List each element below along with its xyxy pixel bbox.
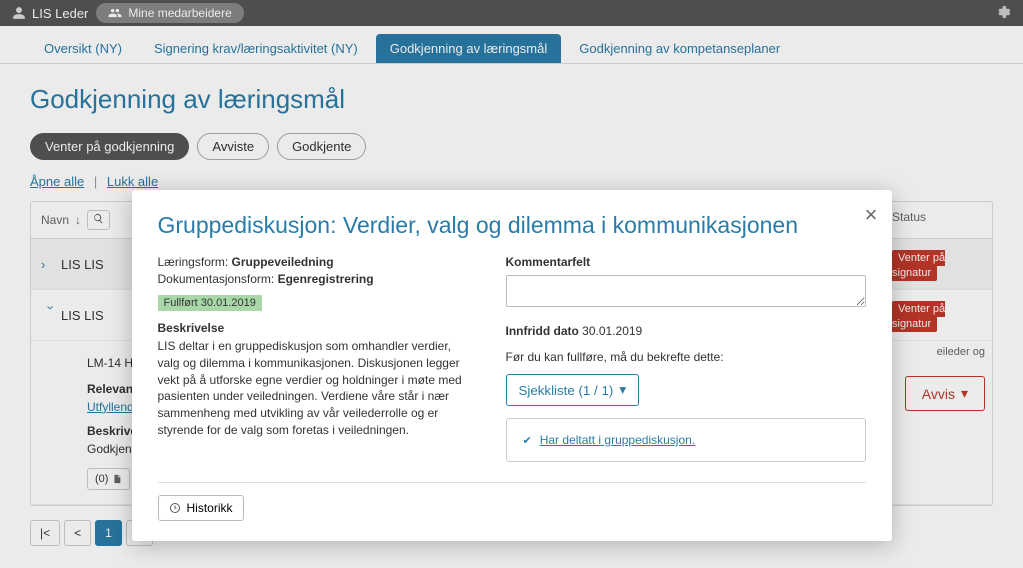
checklist: ✔ Har deltatt i gruppediskusjon. xyxy=(506,418,866,462)
modal-title: Gruppediskusjon: Verdier, valg og dilemm… xyxy=(158,212,866,239)
modal: × Gruppediskusjon: Verdier, valg og dile… xyxy=(132,190,892,541)
kommentar-input[interactable] xyxy=(506,275,866,307)
modal-overlay: × Gruppediskusjon: Verdier, valg og dile… xyxy=(0,0,1023,568)
close-button[interactable]: × xyxy=(865,202,878,228)
fullfort-badge: Fullført 30.01.2019 xyxy=(158,295,262,311)
confirm-text: Før du kan fullføre, må du bekrefte dett… xyxy=(506,350,866,364)
sjekkliste-button[interactable]: Sjekkliste (1 / 1) ▾ xyxy=(506,374,640,406)
close-icon: × xyxy=(865,202,878,227)
dokform-value: Egenregistrering xyxy=(278,272,374,286)
laeringsform-label: Læringsform: xyxy=(158,255,229,269)
dokform-label: Dokumentasjonsform: xyxy=(158,272,275,286)
historikk-button[interactable]: Historikk xyxy=(158,495,244,521)
modal-right: Kommentarfelt Innfridd dato 30.01.2019 F… xyxy=(506,255,866,478)
checklist-item-link[interactable]: Har deltatt i gruppediskusjon. xyxy=(540,433,695,447)
beskrivelse-heading: Beskrivelse xyxy=(158,321,476,335)
innfridd-value: 30.01.2019 xyxy=(582,324,642,338)
beskrivelse-text: LIS deltar i en gruppediskusjon som omha… xyxy=(158,338,476,439)
chevron-down-icon: ▾ xyxy=(619,382,626,398)
kommentar-label: Kommentarfelt xyxy=(506,255,866,269)
checklist-item: ✔ Har deltatt i gruppediskusjon. xyxy=(523,433,849,447)
innfridd-label: Innfridd dato xyxy=(506,324,579,338)
modal-left: Læringsform: Gruppeveiledning Dokumentas… xyxy=(158,255,476,478)
check-icon: ✔ xyxy=(523,434,532,447)
modal-footer: Historikk xyxy=(158,482,866,521)
clock-icon xyxy=(169,502,181,514)
laeringsform-value: Gruppeveiledning xyxy=(232,255,334,269)
